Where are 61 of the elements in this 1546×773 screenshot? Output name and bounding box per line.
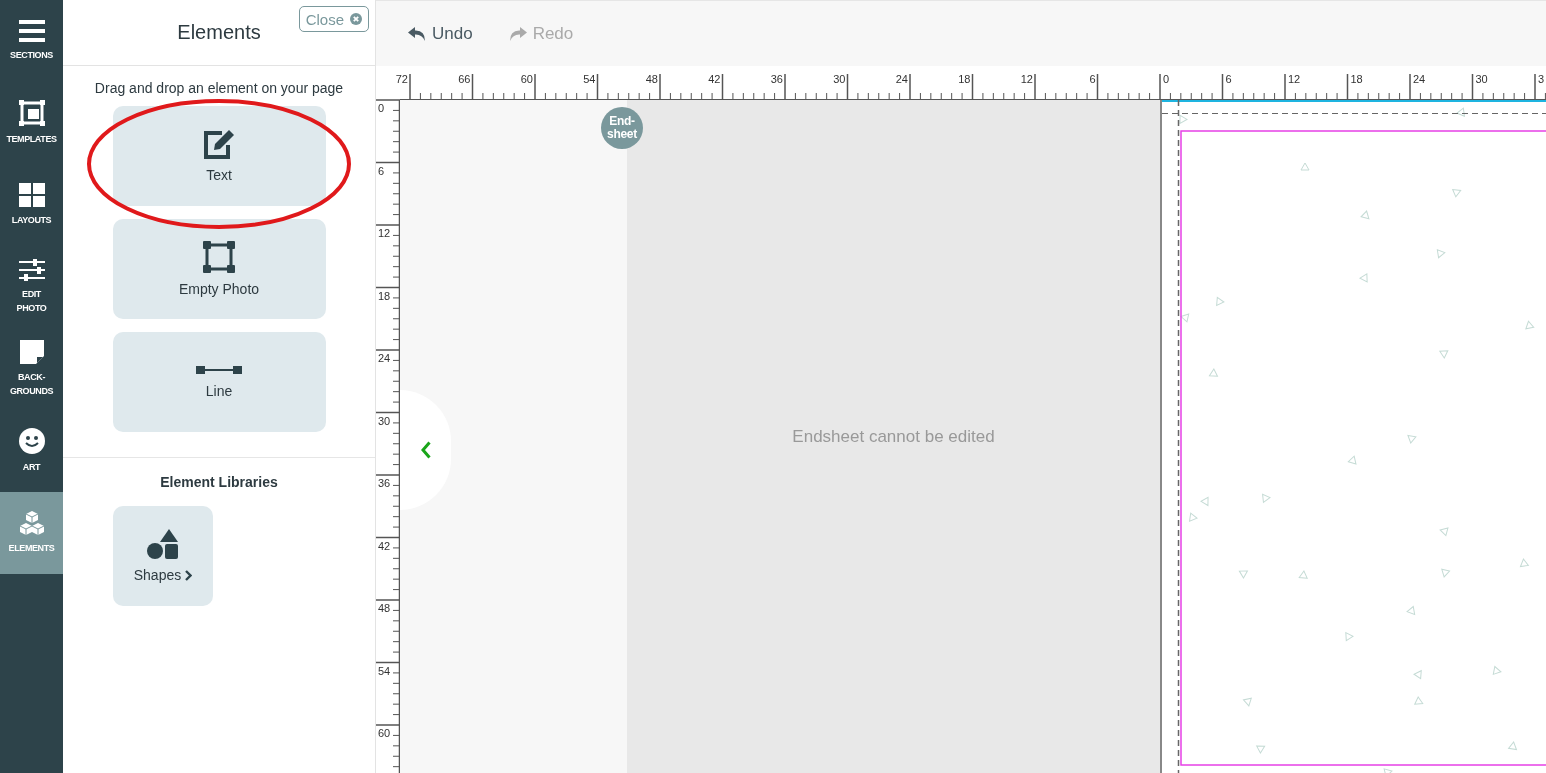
line-icon: [196, 365, 242, 375]
redo-icon: [508, 26, 527, 41]
ruler-number: 24: [895, 73, 908, 85]
nav-item[interactable]: EDIT PHOTO: [0, 246, 63, 328]
nav-item[interactable]: ART: [0, 410, 63, 492]
chevron-icon: [185, 569, 193, 581]
element-tile[interactable]: Text: [112, 106, 326, 206]
ruler-number: 60: [378, 727, 391, 739]
ruler-number: 18: [378, 289, 391, 302]
drag-hint: Drag and drop an element on your page: [93, 80, 345, 96]
endsheet-message: Endsheet cannot be edited: [792, 426, 995, 447]
undo-icon: [408, 26, 426, 41]
undo-button[interactable]: Undo: [408, 23, 473, 44]
ruler-number: 6: [1089, 73, 1096, 85]
nav-item[interactable]: SECTIONS: [0, 0, 63, 82]
ruler-number: 0: [1163, 73, 1170, 85]
element-tile[interactable]: Line: [112, 332, 326, 432]
ruler-number: 54: [583, 73, 596, 85]
library-tile[interactable]: Shapes: [113, 506, 213, 606]
ruler-number: 42: [708, 73, 721, 85]
ruler-number: 18: [958, 73, 971, 85]
ruler-number: 18: [1350, 73, 1363, 85]
ruler-number: 24: [378, 352, 391, 364]
note-icon: [19, 340, 44, 364]
edit-square-icon: [202, 129, 236, 159]
ruler-number: 30: [833, 73, 846, 85]
grid-icon: [18, 183, 45, 207]
ruler-number: 12: [1020, 73, 1033, 85]
ruler-number: 48: [645, 73, 658, 85]
ruler-number: 3: [1538, 73, 1545, 85]
nav-item[interactable]: BACK- GROUNDS: [0, 328, 63, 410]
ruler-number: 48: [378, 602, 391, 614]
ruler-number: 30: [378, 414, 391, 427]
ruler-number: 72: [395, 73, 408, 85]
ruler-number: 36: [378, 477, 391, 489]
ruler-number: 36: [770, 73, 783, 85]
shapes-icon: [147, 529, 179, 559]
ruler-number: 12: [378, 227, 391, 239]
ruler-number: 6: [1225, 73, 1232, 85]
element-tile[interactable]: Empty Photo: [112, 219, 326, 319]
ruler-number: 30: [1475, 73, 1488, 85]
ruler-number: 54: [378, 664, 391, 677]
ruler-number: 6: [378, 164, 385, 177]
smiley-icon: [18, 428, 45, 454]
frame-corners-icon: [203, 241, 235, 273]
ruler-number: 12: [1288, 73, 1301, 85]
panel-title: Elements: [177, 21, 261, 44]
sliders-icon: [18, 259, 45, 281]
chevron-left-icon: [420, 441, 431, 459]
menu-icon: [18, 20, 45, 42]
ruler-number: 24: [1413, 73, 1426, 85]
nav-item[interactable]: LAYOUTS: [0, 164, 63, 246]
ruler-number: 66: [458, 73, 471, 85]
template-frame-icon: [18, 100, 45, 126]
close-icon: [350, 13, 362, 25]
ruler-number: 0: [378, 102, 385, 114]
ruler-number: 42: [378, 539, 391, 552]
cubes-icon: [18, 511, 45, 535]
nav-item[interactable]: TEMPLATES: [0, 82, 63, 164]
ruler-number: 60: [520, 73, 533, 85]
section-heading: Element Libraries: [159, 474, 279, 490]
